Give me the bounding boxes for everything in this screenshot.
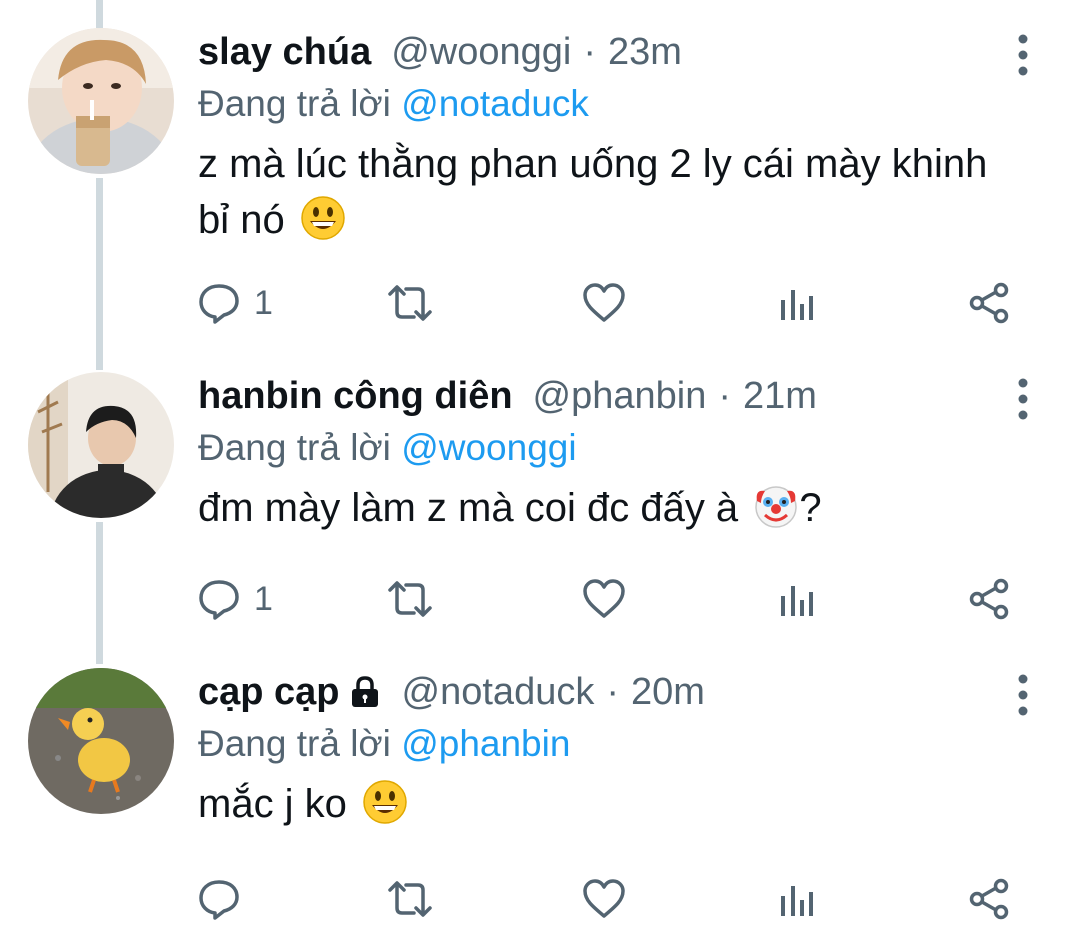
display-name[interactable]: cạp cạp (198, 668, 340, 716)
retweet-icon (386, 878, 434, 920)
reply-button[interactable] (198, 874, 254, 924)
retweet-button[interactable] (386, 574, 434, 624)
retweet-button[interactable] (386, 278, 434, 328)
reply-thread: slay chúa @woonggi · 23m Đang trả lời @n… (0, 0, 1080, 944)
like-icon (582, 578, 626, 620)
tweet-actions: 1 (198, 574, 1028, 624)
lock-icon (348, 672, 382, 707)
replying-to: Đang trả lời @woonggi (198, 424, 1020, 472)
tweet-text-body: mắc j ko (198, 782, 347, 826)
analytics-icon (778, 578, 816, 620)
tweet-text: z mà lúc thằng phan uống 2 ly cái mày kh… (198, 136, 1020, 248)
clown-face-emoji (753, 483, 799, 529)
tweet-header: cạp cạp @notaduck · 20m (198, 668, 1020, 716)
share-icon (968, 578, 1010, 620)
analytics-button[interactable] (778, 874, 816, 924)
tweet-header: hanbin công diên @phanbin · 21m (198, 372, 1020, 420)
more-options-icon[interactable] (1010, 30, 1036, 80)
grinning-face-emoji (300, 195, 346, 241)
like-icon (582, 878, 626, 920)
user-handle[interactable]: @woonggi (391, 28, 571, 76)
share-icon (968, 282, 1010, 324)
replying-prefix: Đang trả lời (198, 83, 391, 124)
replying-to: Đang trả lời @notaduck (198, 80, 1020, 128)
reply-mention-link[interactable]: @phanbin (401, 723, 570, 764)
timestamp[interactable]: 21m (743, 372, 817, 420)
tweet-header: slay chúa @woonggi · 23m (198, 28, 1020, 76)
like-button[interactable] (582, 278, 626, 328)
avatar[interactable] (28, 28, 174, 174)
reply-icon (198, 878, 240, 920)
tweet-text-suffix: ? (799, 486, 822, 530)
display-name[interactable]: slay chúa (198, 28, 371, 76)
reply-mention-link[interactable]: @woonggi (401, 427, 576, 468)
thread-line (96, 0, 103, 28)
analytics-icon (778, 878, 816, 920)
retweet-icon (386, 578, 434, 620)
reply-button[interactable]: 1 (198, 278, 273, 328)
retweet-button[interactable] (386, 874, 434, 924)
user-handle[interactable]: @notaduck (402, 668, 595, 716)
more-options-icon[interactable] (1010, 374, 1036, 424)
separator-dot: · (718, 375, 732, 417)
tweet-text-body: đm mày làm z mà coi đc đấy à (198, 486, 739, 530)
analytics-icon (778, 282, 816, 324)
tweet-actions (198, 874, 1028, 924)
reply-mention-link[interactable]: @notaduck (401, 83, 589, 124)
replying-prefix: Đang trả lời (198, 723, 391, 764)
avatar[interactable] (28, 372, 174, 518)
reply-count: 1 (254, 283, 273, 322)
tweet-text: mắc j ko (198, 776, 1020, 832)
share-button[interactable] (968, 278, 1010, 328)
reply-count: 1 (254, 579, 273, 618)
grinning-face-emoji (362, 779, 408, 825)
like-button[interactable] (582, 874, 626, 924)
thread-line (96, 178, 103, 370)
analytics-button[interactable] (778, 574, 816, 624)
separator-dot: · (606, 671, 619, 713)
like-icon (582, 282, 626, 324)
more-options-icon[interactable] (1010, 670, 1036, 720)
replying-to: Đang trả lời @phanbin (198, 720, 1020, 768)
analytics-button[interactable] (778, 278, 816, 328)
user-handle[interactable]: @phanbin (533, 372, 707, 420)
share-button[interactable] (968, 574, 1010, 624)
reply-button[interactable]: 1 (198, 574, 273, 624)
reply-icon (198, 578, 240, 620)
tweet-actions: 1 (198, 278, 1028, 328)
separator-dot: · (583, 31, 597, 73)
replying-prefix: Đang trả lời (198, 427, 391, 468)
tweet-text: đm mày làm z mà coi đc đấy à ? (198, 480, 1020, 536)
share-button[interactable] (968, 874, 1010, 924)
retweet-icon (386, 282, 434, 324)
display-name[interactable]: hanbin công diên (198, 372, 513, 420)
timestamp[interactable]: 23m (608, 28, 682, 76)
timestamp[interactable]: 20m (631, 668, 705, 716)
reply-icon (198, 282, 240, 324)
avatar[interactable] (28, 668, 174, 814)
share-icon (968, 878, 1010, 920)
like-button[interactable] (582, 574, 626, 624)
thread-line (96, 522, 103, 664)
